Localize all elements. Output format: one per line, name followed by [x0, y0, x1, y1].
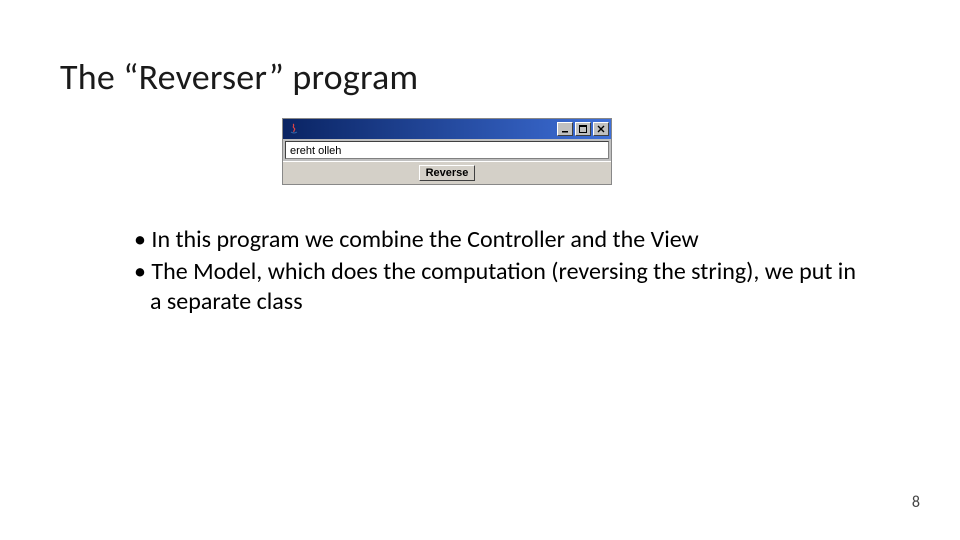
close-button[interactable] — [593, 122, 609, 136]
slide: The “Reverser” program ereht olleh Rever… — [0, 0, 960, 540]
page-number: 8 — [912, 493, 920, 512]
java-window: ereht olleh Reverse — [282, 118, 612, 185]
reverse-button[interactable]: Reverse — [419, 165, 476, 181]
slide-title: The “Reverser” program — [60, 55, 418, 99]
minimize-button[interactable] — [557, 122, 573, 136]
window-titlebar — [283, 119, 611, 139]
maximize-button[interactable] — [575, 122, 591, 136]
java-icon — [287, 122, 301, 136]
bullet-item: • The Model, which does the computation … — [130, 257, 870, 317]
bullet-list: • In this program we combine the Control… — [130, 225, 870, 319]
bullet-text: The Model, which does the computation (r… — [150, 257, 856, 316]
text-input[interactable]: ereht olleh — [285, 141, 609, 159]
bullet-text: In this program we combine the Controlle… — [151, 225, 698, 254]
button-row: Reverse — [283, 161, 611, 184]
bullet-item: • In this program we combine the Control… — [130, 225, 870, 255]
